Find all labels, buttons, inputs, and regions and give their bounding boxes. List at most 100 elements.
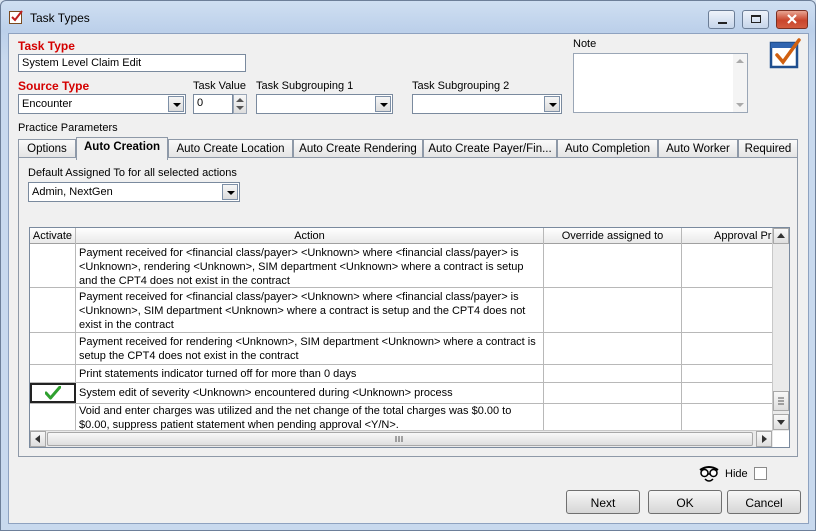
override-cell[interactable] [544, 333, 682, 364]
subgrouping2-label: Task Subgrouping 2 [412, 80, 510, 92]
next-button[interactable]: Next [566, 490, 640, 514]
auto-creation-panel: Default Assigned To for all selected act… [18, 157, 798, 457]
task-value-label: Task Value [193, 80, 246, 92]
scroll-up-button[interactable] [773, 228, 789, 244]
approval-cell[interactable] [682, 383, 782, 403]
grip-icon [778, 397, 784, 405]
arrow-up-icon [777, 233, 785, 238]
table-row[interactable]: System edit of severity <Unknown> encoun… [30, 383, 782, 404]
task-type-input[interactable]: System Level Claim Edit [18, 54, 246, 72]
arrow-left-icon [35, 435, 40, 443]
default-assigned-label: Default Assigned To for all selected act… [28, 167, 237, 179]
green-checkmark-icon [45, 386, 61, 400]
spy-glasses-icon [699, 466, 719, 482]
action-cell: Payment received for rendering <Unknown>… [76, 333, 544, 364]
approval-cell[interactable] [682, 333, 782, 364]
tab-auto-worker[interactable]: Auto Worker [658, 139, 738, 158]
scroll-thumb[interactable] [773, 391, 789, 411]
action-cell: Void and enter charges was utilized and … [76, 404, 544, 430]
override-cell[interactable] [544, 288, 682, 332]
scroll-right-button[interactable] [756, 431, 772, 447]
note-textarea[interactable] [573, 53, 748, 113]
tab-auto-create-rendering[interactable]: Auto Create Rendering [293, 139, 423, 158]
actions-grid: Activate Action Override assigned to App… [29, 227, 790, 448]
title-bar[interactable]: Task Types [1, 1, 815, 33]
subgrouping1-label: Task Subgrouping 1 [256, 80, 354, 92]
tab-required[interactable]: Required [738, 139, 798, 158]
task-types-window: Task Types Task Type System Level Claim … [0, 0, 816, 531]
activate-cell[interactable] [30, 404, 76, 430]
practice-parameters-label: Practice Parameters [18, 122, 118, 134]
scroll-left-button[interactable] [30, 431, 46, 447]
arrow-right-icon [762, 435, 767, 443]
approval-cell[interactable] [682, 404, 782, 430]
tab-auto-create-location[interactable]: Auto Create Location [168, 139, 293, 158]
minimize-icon [718, 22, 727, 24]
action-cell: Payment received for <financial class/pa… [76, 288, 544, 332]
grid-vertical-scrollbar[interactable] [772, 228, 789, 431]
note-scrollbar[interactable] [733, 54, 747, 112]
window-title: Task Types [30, 11, 90, 25]
table-row[interactable]: Void and enter charges was utilized and … [30, 404, 782, 431]
activate-cell[interactable] [30, 365, 76, 382]
arrow-down-icon [777, 420, 785, 425]
override-cell[interactable] [544, 244, 682, 287]
default-assigned-dropdown[interactable]: Admin, NextGen [28, 182, 240, 202]
table-row[interactable]: Payment received for <financial class/pa… [30, 288, 782, 333]
hide-checkbox[interactable] [754, 467, 767, 480]
grid-horizontal-scrollbar[interactable] [30, 430, 773, 447]
task-value-input[interactable]: 0 [193, 94, 233, 114]
column-header-override[interactable]: Override assigned to [544, 228, 682, 244]
action-cell: Print statements indicator turned off fo… [76, 365, 544, 382]
task-value-spinner[interactable] [233, 94, 247, 114]
activate-cell[interactable] [30, 383, 76, 403]
hide-label: Hide [725, 468, 748, 480]
grip-icon [395, 436, 403, 442]
close-window-button[interactable] [776, 10, 808, 29]
scroll-arrows-icon [736, 59, 744, 107]
approval-cell[interactable] [682, 288, 782, 332]
override-cell[interactable] [544, 365, 682, 382]
scroll-down-button[interactable] [773, 414, 789, 430]
override-cell[interactable] [544, 404, 682, 430]
horizontal-scroll-thumb[interactable] [47, 432, 753, 446]
tab-auto-completion[interactable]: Auto Completion [557, 139, 658, 158]
subgrouping1-dropdown[interactable] [256, 94, 393, 114]
source-type-dropdown[interactable]: Encounter [18, 94, 186, 114]
spin-up-down-icon [236, 98, 244, 110]
cancel-button[interactable]: Cancel [727, 490, 801, 514]
column-header-approval[interactable]: Approval Pro [682, 228, 782, 244]
action-cell: Payment received for <financial class/pa… [76, 244, 544, 287]
maximize-button[interactable] [742, 10, 769, 29]
action-cell: System edit of severity <Unknown> encoun… [76, 383, 544, 403]
subgrouping2-dropdown[interactable] [412, 94, 562, 114]
close-icon [787, 14, 797, 24]
table-row[interactable]: Payment received for <financial class/pa… [30, 244, 782, 288]
tab-options[interactable]: Options [18, 139, 76, 158]
chevron-down-icon [544, 96, 560, 112]
tab-auto-creation[interactable]: Auto Creation [76, 137, 168, 160]
grid-header: Activate Action Override assigned to App… [30, 228, 782, 244]
approval-cell[interactable] [682, 244, 782, 287]
activate-cell[interactable] [30, 244, 76, 287]
dialog-body: Task Type System Level Claim Edit Source… [8, 33, 809, 524]
checkbox-app-icon [9, 10, 23, 24]
ok-button[interactable]: OK [648, 490, 722, 514]
tab-auto-create-payer[interactable]: Auto Create Payer/Fin... [423, 139, 557, 158]
table-row[interactable]: Print statements indicator turned off fo… [30, 365, 782, 383]
column-header-action[interactable]: Action [76, 228, 544, 244]
activate-cell[interactable] [30, 333, 76, 364]
chevron-down-icon [168, 96, 184, 112]
task-type-label: Task Type [18, 39, 75, 53]
column-header-activate[interactable]: Activate [30, 228, 76, 244]
source-type-value: Encounter [22, 98, 73, 110]
source-type-label: Source Type [18, 79, 90, 93]
maximize-icon [751, 15, 761, 23]
override-cell[interactable] [544, 383, 682, 403]
approval-cell[interactable] [682, 365, 782, 382]
minimize-button[interactable] [708, 10, 735, 29]
table-row[interactable]: Payment received for rendering <Unknown>… [30, 333, 782, 365]
activate-cell[interactable] [30, 288, 76, 332]
chevron-down-icon [222, 184, 238, 200]
chevron-down-icon [375, 96, 391, 112]
